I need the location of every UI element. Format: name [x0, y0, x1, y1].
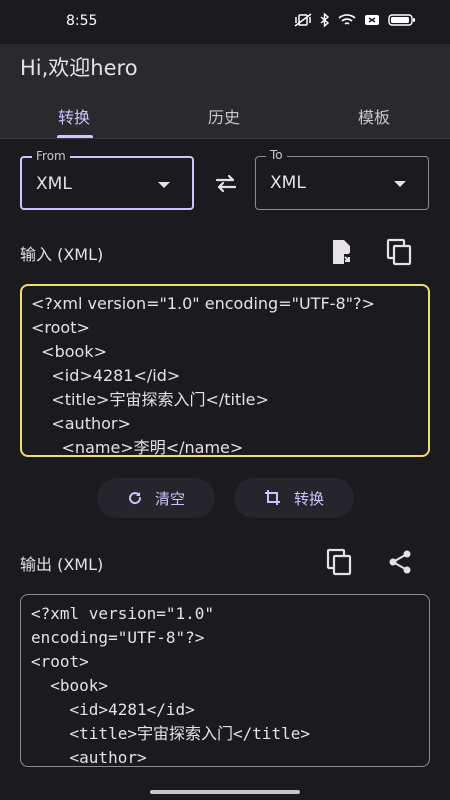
- code-line: <id>4281</id>: [31, 366, 181, 385]
- tab-convert[interactable]: 转换: [58, 104, 90, 128]
- app-title: Hi,欢迎hero: [20, 56, 138, 80]
- chevron-down-icon: [158, 182, 170, 188]
- code-line: <?xml version="1.0": [31, 604, 215, 623]
- code-line: <root>: [31, 318, 90, 337]
- code-line: <author>: [31, 748, 147, 767]
- status-bar: 8:55: [0, 0, 450, 44]
- sim-off-icon: [365, 15, 379, 25]
- to-format-select[interactable]: To XML: [255, 148, 429, 210]
- convert-label: 转换: [293, 489, 324, 508]
- status-icons: [294, 13, 416, 27]
- input-editor[interactable]: <?xml version="1.0" encoding="UTF-8"?> <…: [20, 284, 430, 457]
- battery-icon: [388, 14, 415, 26]
- output-code: <?xml version="1.0" encoding="UTF-8"?> <…: [31, 602, 311, 767]
- code-line: <book>: [31, 342, 107, 361]
- code-line: <book>: [31, 676, 109, 695]
- to-label: To: [266, 148, 287, 162]
- crop-rotate-icon: [264, 490, 280, 505]
- code-line: <id>4281</id>: [31, 700, 195, 719]
- gesture-nav-bar[interactable]: [150, 790, 300, 794]
- code-line: <title>宇宙探索入门</title>: [31, 724, 311, 743]
- clear-button[interactable]: 清空: [97, 478, 215, 518]
- tab-bar: 转换 历史 模板: [0, 90, 450, 139]
- copy-icon[interactable]: [384, 236, 416, 268]
- bluetooth-icon: [320, 13, 330, 27]
- status-time: 8:55: [66, 13, 98, 29]
- vibrate-icon: [294, 13, 312, 27]
- swap-icon[interactable]: [213, 170, 239, 196]
- tab-history[interactable]: 历史: [208, 104, 240, 128]
- to-value: XML: [270, 173, 306, 193]
- from-label: From: [32, 149, 70, 163]
- code-line: <name>李明</name>: [31, 438, 244, 457]
- from-value: XML: [36, 174, 72, 194]
- code-line: <root>: [31, 652, 89, 671]
- tab-templates[interactable]: 模板: [358, 104, 390, 128]
- tab-indicator: [57, 135, 93, 138]
- code-line: <title>宇宙探索入门</title>: [31, 390, 269, 409]
- app-bar: Hi,欢迎hero: [0, 44, 450, 90]
- input-code: <?xml version="1.0" encoding="UTF-8"?> <…: [31, 292, 375, 457]
- clear-label: 清空: [154, 489, 185, 508]
- copy-icon[interactable]: [324, 546, 356, 578]
- output-title: 输出 (XML): [20, 555, 104, 574]
- input-title: 输入 (XML): [20, 245, 104, 264]
- share-icon[interactable]: [384, 546, 416, 578]
- convert-button[interactable]: 转换: [234, 478, 354, 518]
- wifi-icon: [338, 14, 356, 25]
- from-format-select[interactable]: From XML: [20, 149, 194, 210]
- output-viewer[interactable]: <?xml version="1.0" encoding="UTF-8"?> <…: [20, 594, 430, 767]
- paste-icon[interactable]: [326, 236, 358, 268]
- code-line: <?xml version="1.0" encoding="UTF-8"?>: [31, 294, 375, 313]
- code-line: <author>: [31, 414, 131, 433]
- refresh-icon: [129, 492, 141, 505]
- chevron-down-icon: [394, 181, 406, 187]
- code-line: encoding="UTF-8"?>: [31, 628, 205, 647]
